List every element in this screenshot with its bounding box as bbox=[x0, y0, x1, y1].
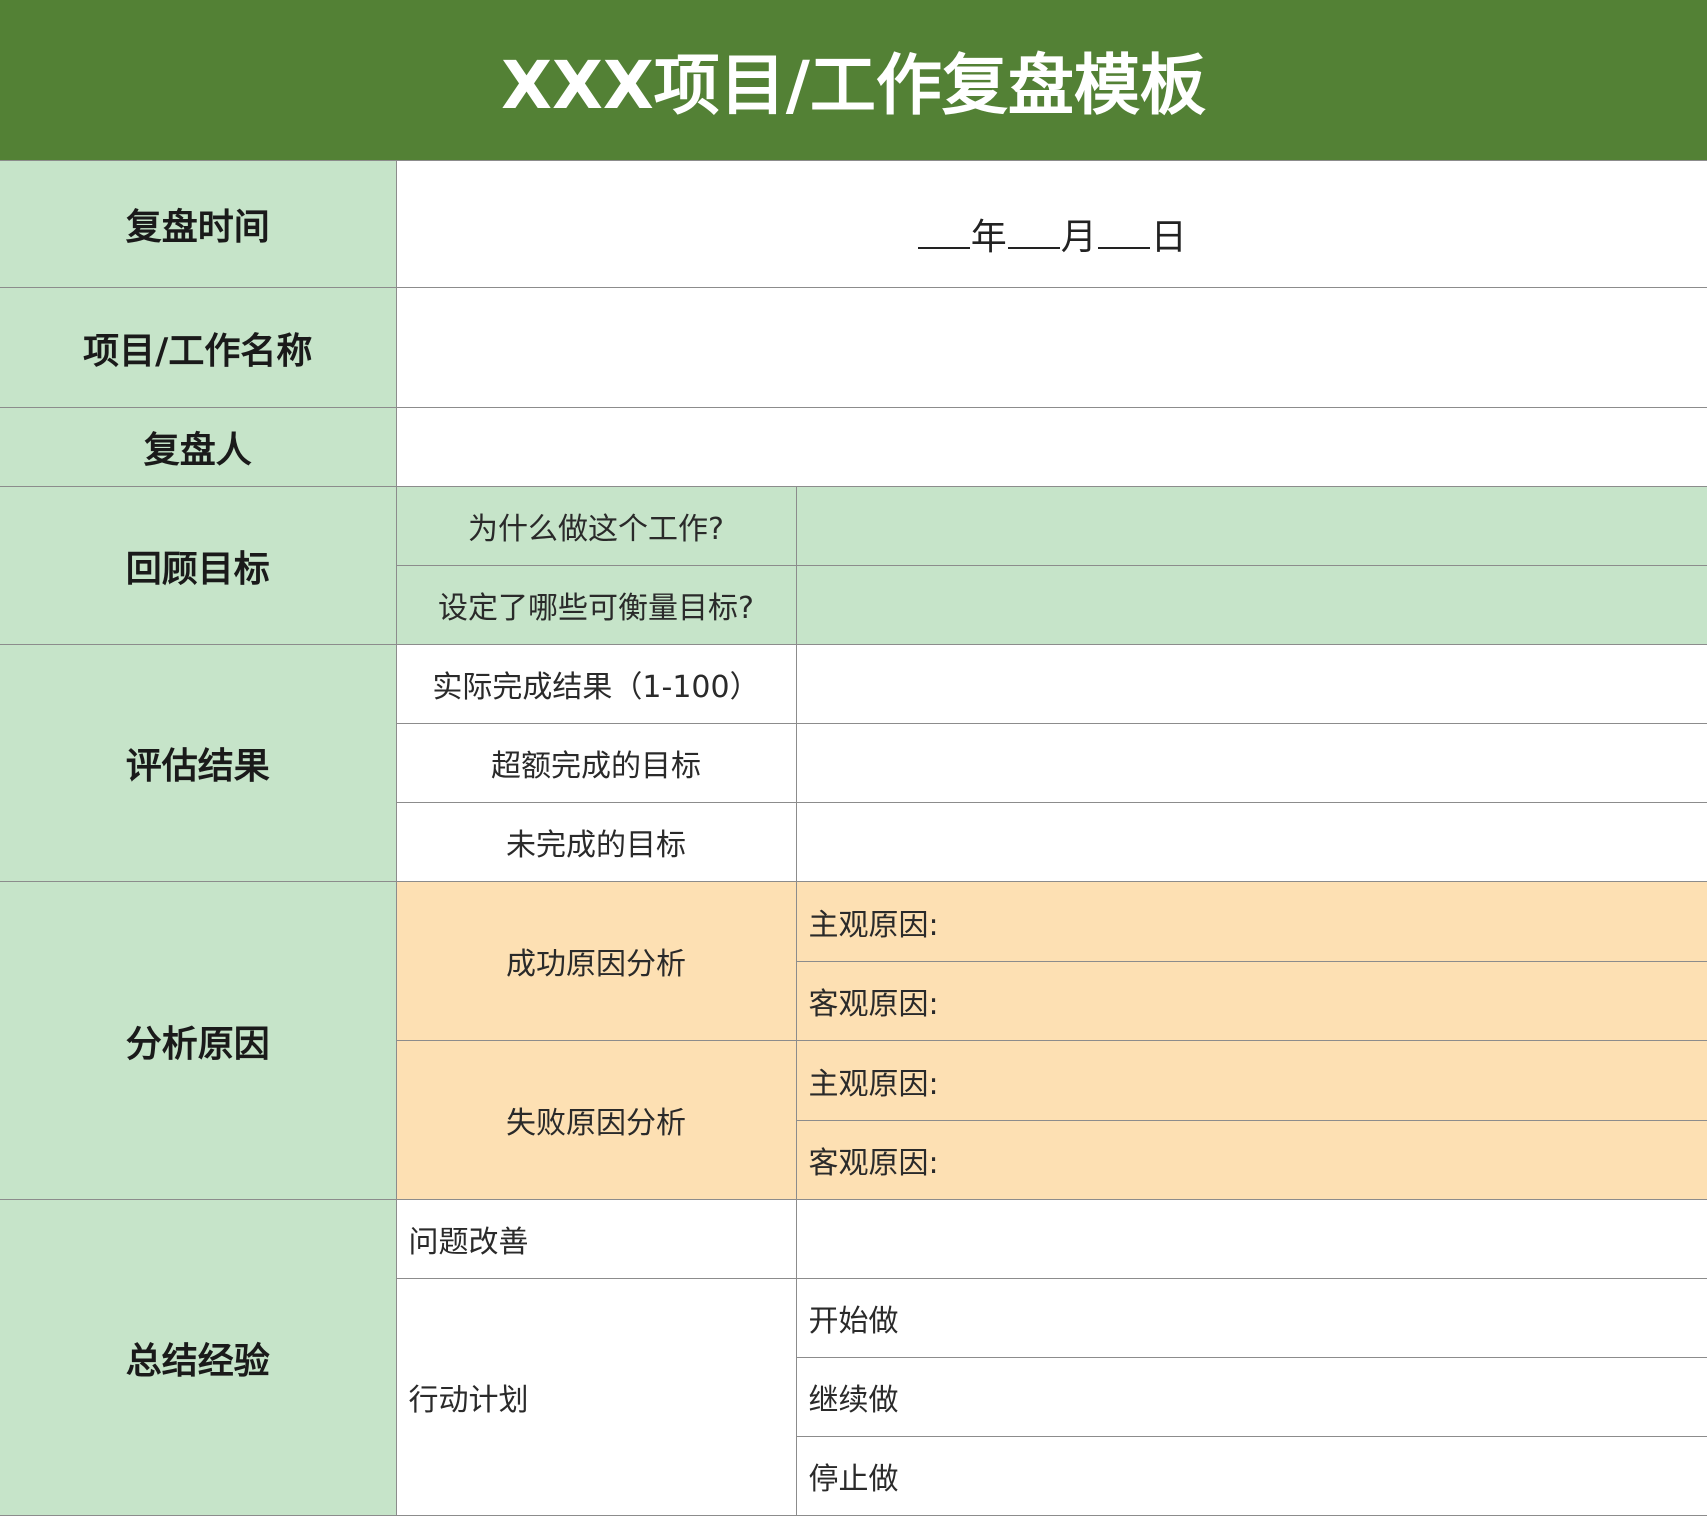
reviewer-field[interactable] bbox=[395, 407, 1707, 487]
action-start-field[interactable]: 开始做 bbox=[795, 1278, 1707, 1358]
evaluate-row-1: 评估结果 实际完成结果（1-100） bbox=[0, 644, 1707, 882]
year-text: 年 bbox=[970, 217, 1007, 258]
success-subjective-field[interactable]: 主观原因: bbox=[795, 881, 1707, 962]
review-goal-question: 设定了哪些可衡量目标? bbox=[395, 565, 797, 645]
year-blank bbox=[917, 245, 970, 249]
evaluate-answer[interactable] bbox=[795, 802, 1707, 882]
improve-field[interactable] bbox=[795, 1199, 1707, 1279]
evaluate-answer[interactable] bbox=[795, 644, 1707, 724]
day-blank bbox=[1097, 245, 1150, 249]
date-blanks: 年月日 bbox=[397, 208, 1707, 260]
evaluate-answer[interactable] bbox=[795, 723, 1707, 803]
day-text: 日 bbox=[1150, 217, 1187, 258]
month-text: 月 bbox=[1060, 217, 1097, 258]
review-table: 复盘时间 年 月 日 项目/工作名称 复盘人 回顾目标 为什么做这个工作? 设定了哪… bbox=[0, 160, 1707, 1516]
date-label: 复盘时间 bbox=[0, 160, 397, 288]
failure-subjective-field[interactable]: 主观原因: bbox=[795, 1040, 1707, 1121]
review-goal-answer[interactable] bbox=[795, 565, 1707, 645]
date-field[interactable]: 年月日 bbox=[395, 160, 1707, 288]
success-analysis-label: 成功原因分析 bbox=[395, 881, 797, 1041]
action-plan-label: 行动计划 bbox=[395, 1278, 797, 1516]
failure-objective-field[interactable]: 客观原因: bbox=[795, 1120, 1707, 1200]
month-blank bbox=[1007, 245, 1060, 249]
analyze-row-1: 分析原因 成功原因分析 主观原因: bbox=[0, 881, 1707, 1200]
action-stop-field[interactable]: 停止做 bbox=[795, 1436, 1707, 1516]
failure-analysis-label: 失败原因分析 bbox=[395, 1040, 797, 1200]
summary-label: 总结经验 bbox=[0, 1199, 397, 1516]
review-goal-question: 为什么做这个工作? bbox=[395, 486, 797, 566]
evaluate-label: 评估结果 bbox=[0, 644, 397, 882]
project-name-field[interactable] bbox=[395, 287, 1707, 408]
analyze-label: 分析原因 bbox=[0, 881, 397, 1200]
evaluate-item: 未完成的目标 bbox=[395, 802, 797, 882]
review-goal-row-1: 回顾目标 为什么做这个工作? bbox=[0, 486, 1707, 645]
review-goal-answer[interactable] bbox=[795, 486, 1707, 566]
project-name-label: 项目/工作名称 bbox=[0, 287, 397, 408]
evaluate-item: 超额完成的目标 bbox=[395, 723, 797, 803]
name-row: 项目/工作名称 bbox=[0, 287, 1707, 408]
date-row: 复盘时间 年 月 日 bbox=[0, 160, 1707, 288]
reviewer-label: 复盘人 bbox=[0, 407, 397, 487]
success-objective-field[interactable]: 客观原因: bbox=[795, 961, 1707, 1041]
evaluate-item: 实际完成结果（1-100） bbox=[395, 644, 797, 724]
improve-label: 问题改善 bbox=[395, 1199, 797, 1279]
action-continue-field[interactable]: 继续做 bbox=[795, 1357, 1707, 1437]
review-goals-label: 回顾目标 bbox=[0, 486, 397, 645]
summary-row-1: 总结经验 问题改善 bbox=[0, 1199, 1707, 1516]
reviewer-row: 复盘人 bbox=[0, 407, 1707, 487]
page-title: XXX项目/工作复盘模板 bbox=[0, 0, 1707, 160]
